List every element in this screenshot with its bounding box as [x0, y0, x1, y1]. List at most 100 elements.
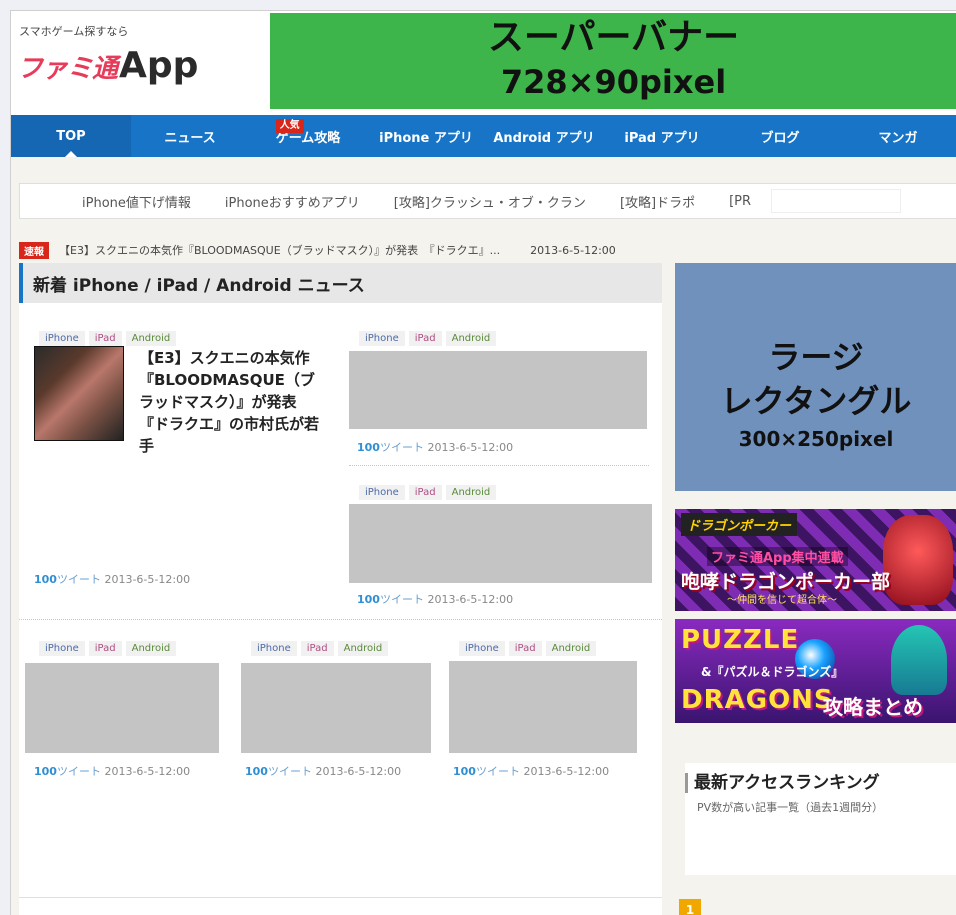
subnav-link[interactable]: [PR	[729, 194, 751, 209]
site-tagline: スマホゲーム探すなら	[19, 25, 129, 38]
tweet-label[interactable]: ツイート	[268, 765, 312, 778]
tweet-label[interactable]: ツイート	[476, 765, 520, 778]
tag-android[interactable]: Android	[125, 331, 177, 346]
tag-ipad[interactable]: iPad	[300, 641, 334, 656]
tweet-count[interactable]: 100	[357, 441, 380, 454]
tag-iphone[interactable]: iPhone	[359, 485, 405, 500]
subnav-link[interactable]: iPhoneおすすめアプリ	[225, 192, 360, 211]
banner-logo: ドラゴンポーカー	[681, 513, 798, 536]
article-tags: iPhone iPad Android	[359, 331, 497, 346]
tag-ipad[interactable]: iPad	[88, 331, 122, 346]
dragon-poker-banner[interactable]: ドラゴンポーカー ファミ通App集中連載 咆哮ドラゴンポーカー部 ～仲間を信じて…	[675, 509, 956, 611]
article-thumbnail-placeholder[interactable]	[241, 663, 431, 753]
article-thumbnail-placeholder[interactable]	[349, 504, 652, 583]
tag-iphone[interactable]: iPhone	[459, 641, 505, 656]
nav-item-ipad-apps[interactable]: iPad アプリ	[603, 115, 721, 157]
tag-iphone[interactable]: iPhone	[251, 641, 297, 656]
tag-android[interactable]: Android	[445, 331, 497, 346]
rank-number-badge: 1	[679, 899, 701, 915]
banner-text: &『パズル＆ドラゴンズ』	[701, 665, 844, 679]
nav-item-label: Android アプリ	[493, 130, 595, 146]
popular-badge: 人気	[275, 118, 304, 133]
article-thumbnail-placeholder[interactable]	[449, 661, 637, 753]
global-nav: TOP ニュース 人気 ゲーム攻略 iPhone アプリ Android アプリ…	[11, 115, 956, 157]
article-date: 2013-6-5-12:00	[104, 573, 191, 586]
tweet-label[interactable]: ツイート	[380, 593, 424, 606]
breaking-news-ticker[interactable]: 速報 【E3】スクエニの本気作『BLOODMASQUE（ブラッドマスク）』が発表…	[19, 241, 616, 259]
super-banner-size: 728×90pixel	[500, 63, 727, 101]
large-rectangle-ad[interactable]: ラージ レクタングル 300×250pixel	[675, 263, 956, 491]
article-date: 2013-6-5-12:00	[427, 441, 514, 454]
tag-ipad[interactable]: iPad	[408, 331, 442, 346]
tweet-count[interactable]: 100	[34, 573, 57, 586]
tweet-count[interactable]: 100	[245, 765, 268, 778]
tag-ipad[interactable]: iPad	[508, 641, 542, 656]
tweet-label[interactable]: ツイート	[57, 765, 101, 778]
nav-item-label: TOP	[56, 128, 86, 144]
nav-item-top[interactable]: TOP	[11, 115, 131, 157]
article-tags: iPhone iPad Android	[39, 331, 177, 346]
subnav-link[interactable]: [攻略]クラッシュ・オブ・クラン	[394, 192, 586, 211]
tweet-count[interactable]: 100	[34, 765, 57, 778]
logo-app-text: App	[119, 45, 199, 86]
article-meta: 100ツイート 2013-6-5-12:00	[34, 763, 190, 779]
nav-item-manga[interactable]: マンガ	[839, 115, 956, 157]
breaking-text: 【E3】スクエニの本気作『BLOODMASQUE（ブラッドマスク）』が発表 『ド…	[59, 244, 501, 257]
featured-article-title[interactable]: 【E3】スクエニの本気作『BLOODMASQUE（ブラッドマスク）』が発表 『ド…	[139, 347, 329, 457]
article-tags: iPhone iPad Android	[359, 485, 497, 500]
nav-item-news[interactable]: ニュース	[131, 115, 249, 157]
article-thumbnail-placeholder[interactable]	[349, 351, 647, 429]
nav-item-android-apps[interactable]: Android アプリ	[485, 115, 603, 157]
article-tags: iPhone iPad Android	[39, 641, 177, 656]
logo-mark: ファミ通	[17, 54, 118, 84]
tag-ipad[interactable]: iPad	[88, 641, 122, 656]
rect-ad-title-1: ラージ	[768, 338, 864, 376]
tweet-count[interactable]: 100	[453, 765, 476, 778]
ranking-subtitle: PV数が高い記事一覧（過去1週間分）	[697, 801, 884, 814]
super-banner-ad[interactable]: スーパーバナー 728×90pixel	[270, 13, 956, 109]
nav-item-label: マンガ	[878, 130, 918, 146]
article-thumbnail-placeholder[interactable]	[25, 663, 219, 753]
featured-article-thumbnail[interactable]	[34, 346, 124, 441]
tag-ipad[interactable]: iPad	[408, 485, 442, 500]
article-date: 2013-6-5-12:00	[315, 765, 402, 778]
dragon-illustration	[883, 515, 953, 605]
divider	[349, 465, 649, 466]
access-ranking-panel: 最新アクセスランキング PV数が高い記事一覧（過去1週間分）	[685, 763, 956, 875]
subnav-link[interactable]: iPhone値下げ情報	[82, 192, 191, 211]
article-meta: 100ツイート 2013-6-5-12:00	[34, 571, 190, 587]
tag-iphone[interactable]: iPhone	[39, 331, 85, 346]
site-logo[interactable]: ファミ通 App	[17, 45, 199, 86]
banner-text: DRAGONS	[681, 685, 834, 715]
active-indicator-icon	[65, 151, 77, 157]
tag-android[interactable]: Android	[445, 485, 497, 500]
tag-android[interactable]: Android	[545, 641, 597, 656]
tag-iphone[interactable]: iPhone	[39, 641, 85, 656]
section-title: 新着 iPhone / iPad / Android ニュース	[19, 263, 662, 303]
nav-item-game-guide[interactable]: 人気 ゲーム攻略	[249, 115, 367, 157]
nav-item-label: ブログ	[760, 130, 800, 146]
sidebar: ラージ レクタングル 300×250pixel ドラゴンポーカー ファミ通App…	[675, 263, 956, 915]
article-meta: 100ツイート 2013-6-5-12:00	[357, 439, 513, 455]
tweet-label[interactable]: ツイート	[380, 441, 424, 454]
article-date: 2013-6-5-12:00	[104, 765, 191, 778]
tag-android[interactable]: Android	[125, 641, 177, 656]
browser-viewport: スマホゲーム探すなら ファミ通 App スーパーバナー 728×90pixel …	[10, 10, 956, 915]
tweet-label[interactable]: ツイート	[57, 573, 101, 586]
nav-item-iphone-apps[interactable]: iPhone アプリ	[367, 115, 485, 157]
super-banner-title: スーパーバナー	[487, 17, 740, 58]
breaking-badge: 速報	[19, 241, 49, 259]
banner-text: 咆哮ドラゴンポーカー部	[681, 571, 891, 593]
rect-ad-title-2: レクタングル	[720, 382, 912, 420]
tag-android[interactable]: Android	[337, 641, 389, 656]
tweet-count[interactable]: 100	[357, 593, 380, 606]
tag-iphone[interactable]: iPhone	[359, 331, 405, 346]
rect-ad-size: 300×250pixel	[738, 427, 894, 451]
site-header: スマホゲーム探すなら ファミ通 App スーパーバナー 728×90pixel	[11, 11, 956, 115]
nav-item-blog[interactable]: ブログ	[721, 115, 839, 157]
article-date: 2013-6-5-12:00	[523, 765, 610, 778]
banner-text: PUZZLE	[681, 625, 800, 655]
subnav-link[interactable]: [攻略]ドラポ	[620, 192, 695, 211]
article-date: 2013-6-5-12:00	[427, 593, 514, 606]
puzzle-dragons-banner[interactable]: PUZZLE &『パズル＆ドラゴンズ』 DRAGONS 攻略まとめ	[675, 619, 956, 723]
